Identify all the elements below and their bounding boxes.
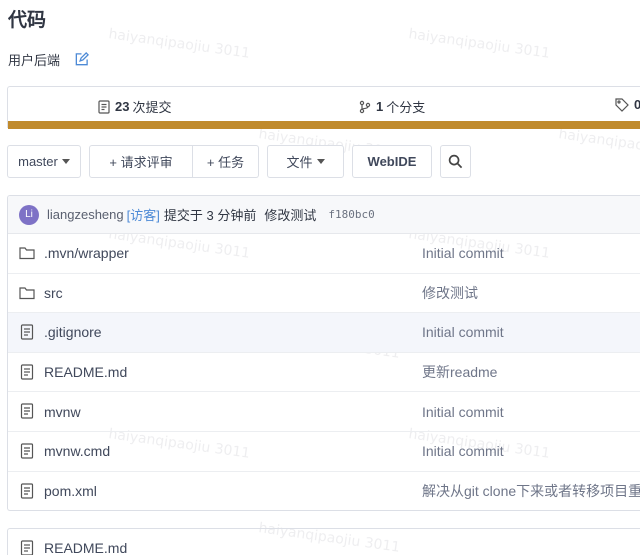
file-menu-label: 文件	[286, 155, 313, 170]
search-button[interactable]	[440, 145, 471, 178]
commit-list-icon	[98, 99, 110, 114]
file-last-commit[interactable]: Initial commit	[422, 443, 504, 459]
watermark: haiyanqipaojiu 3011	[107, 26, 252, 62]
commit-author[interactable]: liangzesheng	[47, 207, 124, 222]
file-last-commit[interactable]: Initial commit	[422, 324, 504, 340]
edit-icon[interactable]	[74, 51, 90, 68]
task-label: + 任务	[206, 155, 245, 170]
file-icon	[20, 324, 34, 340]
watermark: haiyanqipaojiu 3011	[557, 126, 640, 162]
file-row[interactable]: mvnw.cmd Initial commit	[8, 432, 640, 472]
file-name[interactable]: .gitignore	[44, 324, 102, 340]
file-row[interactable]: mvnw Initial commit	[8, 392, 640, 432]
task-button[interactable]: + 任务	[193, 145, 259, 178]
file-list-panel: Li liangzesheng [访客] 提交于 3 分钟前 修改测试 f180…	[7, 195, 640, 511]
file-name[interactable]: src	[44, 285, 63, 301]
page-title: 代码	[8, 10, 47, 31]
latest-commit-row: Li liangzesheng [访客] 提交于 3 分钟前 修改测试 f180…	[8, 196, 640, 234]
file-last-commit[interactable]: 更新readme	[422, 362, 497, 382]
file-name[interactable]: mvnw	[44, 404, 81, 420]
tags-stat[interactable]: 0	[615, 97, 640, 112]
file-menu-button[interactable]: 文件	[267, 145, 344, 178]
accent-bar	[8, 121, 640, 129]
readme-header: README.md	[7, 528, 640, 555]
file-row[interactable]: README.md 更新readme	[8, 353, 640, 393]
branch-select-label: master	[18, 154, 58, 169]
file-name[interactable]: .mvn/wrapper	[44, 245, 129, 261]
file-icon	[20, 403, 34, 419]
avatar[interactable]: Li	[19, 204, 39, 225]
file-row[interactable]: pom.xml 解决从git clone下来或者转移项目重	[8, 472, 640, 510]
file-name[interactable]: pom.xml	[44, 483, 97, 499]
file-icon	[20, 364, 34, 380]
commits-count: 23	[115, 99, 130, 114]
branches-stat[interactable]: 1 个分支	[359, 97, 425, 116]
repo-description: 用户后端	[8, 50, 90, 69]
pull-request-button[interactable]: + 请求评审	[89, 145, 193, 178]
branch-icon	[359, 100, 371, 113]
file-last-commit[interactable]: 修改测试	[422, 283, 478, 303]
repo-stats-bar: 23 次提交 1 个分支 0	[7, 86, 640, 129]
file-name[interactable]: README.md	[44, 364, 127, 380]
commits-stat[interactable]: 23 次提交	[98, 97, 171, 116]
branches-label: 个分支	[386, 100, 426, 115]
file-row[interactable]: src 修改测试	[8, 274, 640, 314]
chevron-down-icon	[61, 159, 70, 164]
file-row[interactable]: .mvn/wrapper Initial commit	[8, 234, 640, 274]
commit-hash[interactable]: f180bc0	[328, 208, 374, 221]
chevron-down-icon	[316, 159, 325, 164]
tags-count: 0	[634, 97, 640, 112]
file-last-commit[interactable]: Initial commit	[422, 404, 504, 420]
watermark: haiyanqipaojiu 3011	[407, 26, 552, 62]
folder-icon	[19, 247, 35, 260]
branches-count: 1	[376, 99, 384, 114]
file-row[interactable]: .gitignore Initial commit	[8, 313, 640, 353]
tag-icon	[615, 97, 629, 112]
repo-description-text: 用户后端	[8, 53, 61, 68]
file-icon	[20, 443, 34, 459]
file-last-commit[interactable]: Initial commit	[422, 245, 504, 261]
file-last-commit[interactable]: 解决从git clone下来或者转移项目重	[422, 481, 640, 501]
commits-label: 次提交	[132, 100, 172, 115]
file-icon	[20, 482, 34, 499]
file-name[interactable]: mvnw.cmd	[44, 443, 110, 459]
search-icon	[448, 154, 463, 169]
webide-label: WebIDE	[367, 154, 417, 169]
commit-time: 提交于 3 分钟前	[163, 208, 257, 223]
pull-request-label: + 请求评审	[109, 155, 173, 170]
file-icon	[20, 540, 34, 555]
commit-message[interactable]: 修改测试	[264, 205, 316, 224]
webide-button[interactable]: WebIDE	[352, 145, 432, 178]
readme-title[interactable]: README.md	[44, 540, 127, 555]
folder-icon	[19, 286, 35, 299]
visitor-tag: [访客]	[126, 208, 160, 223]
branch-select[interactable]: master	[7, 145, 81, 178]
